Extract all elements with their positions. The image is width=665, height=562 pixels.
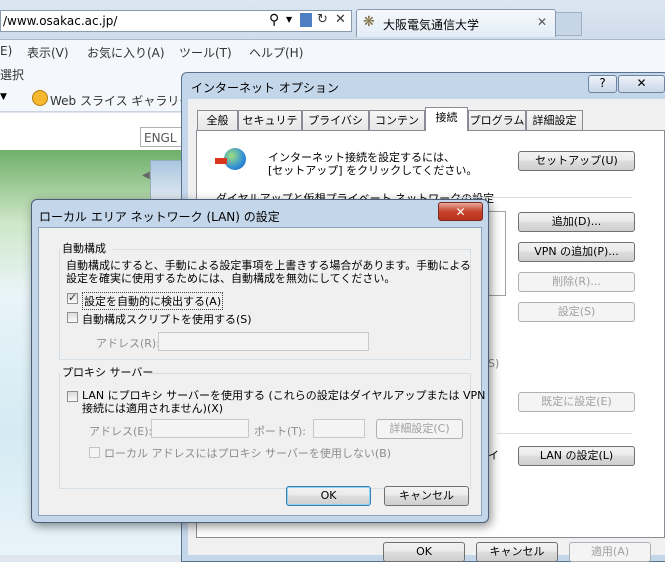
menu-item-edit[interactable]: E): [0, 44, 12, 58]
lan-ok-button[interactable]: OK: [286, 486, 371, 506]
tab-content[interactable]: コンテンツ: [369, 110, 425, 146]
use-proxy-checkbox[interactable]: [67, 391, 78, 402]
banner-prev-icon[interactable]: ◀: [142, 170, 150, 181]
add-button[interactable]: 追加(D)...: [518, 212, 635, 232]
menu-bar: E) 表示(V) お気に入り(A) ツール(T) ヘルプ(H): [0, 40, 665, 62]
search-icon[interactable]: ⚲: [269, 12, 279, 28]
bypass-local-label[interactable]: ローカル アドレスにはプロキシ サーバーを使用しない(B): [104, 445, 391, 461]
lan-close-button[interactable]: ✕: [438, 202, 483, 221]
globe-icon: [224, 148, 246, 170]
tab-advanced[interactable]: 詳細設定: [526, 110, 583, 130]
options-cancel-button[interactable]: キャンセル: [476, 542, 558, 562]
add-vpn-button[interactable]: VPN の追加(P)...: [518, 242, 635, 262]
auto-script-label[interactable]: 自動構成スクリプトを使用する(S): [82, 311, 252, 327]
web-slice-icon: [32, 90, 48, 106]
favicon-icon: ❋: [363, 14, 375, 30]
auto-config-group-top: [113, 249, 471, 250]
menu-item-tools[interactable]: ツール(T): [179, 44, 232, 61]
dialup-separator: [457, 197, 632, 198]
menu-item-favorites[interactable]: お気に入り(A): [87, 44, 165, 61]
set-default-button[interactable]: 既定に設定(E): [518, 392, 635, 412]
lan-settings-button[interactable]: LAN の設定(L): [518, 446, 635, 466]
proxy-group-top: [149, 373, 471, 374]
port-input[interactable]: [313, 419, 365, 438]
setup-button[interactable]: セットアップ(U): [518, 151, 635, 171]
tab-programs[interactable]: プログラム: [468, 110, 526, 130]
proxy-address-label: アドレス(E):: [89, 425, 153, 438]
arrow-icon: [215, 158, 227, 164]
close-icon: ✕: [455, 205, 466, 219]
tab-privacy[interactable]: プライバシー: [302, 110, 369, 146]
menu-item-view[interactable]: 表示(V): [27, 44, 69, 61]
auto-config-desc-line2: 設定を確実に使用するためには、自動構成を無効にしてください。: [66, 272, 396, 285]
options-apply-button[interactable]: 適用(A): [569, 542, 651, 562]
banner-photo: [150, 160, 182, 200]
dropdown-arrow-icon[interactable]: ▼: [286, 15, 292, 24]
tab-connections[interactable]: 接続: [425, 107, 468, 131]
lan-settings-dialog: ローカル エリア ネットワーク (LAN) の設定 ✕ 自動構成 自動構成にする…: [31, 199, 489, 523]
lan-cancel-button[interactable]: キャンセル: [384, 486, 469, 506]
setup-text-line2: [セットアップ] をクリックしてください。: [268, 164, 478, 177]
tab-security[interactable]: セキュリティ: [238, 110, 302, 146]
auto-script-checkbox[interactable]: [67, 312, 78, 323]
lan-client-area: 自動構成 自動構成にすると、手動による設定事項を上書きする場合があります。手動に…: [38, 227, 485, 516]
use-proxy-line2[interactable]: 接続には適用されません)(X): [82, 400, 223, 416]
help-button[interactable]: ?: [588, 75, 617, 93]
new-tab-button[interactable]: [556, 12, 582, 36]
remove-button[interactable]: 削除(R)...: [518, 272, 635, 292]
tab-general[interactable]: 全般: [197, 110, 238, 130]
port-label: ポート(T):: [254, 425, 307, 438]
lan-separator: [497, 433, 632, 434]
tab-title: 大阪電気通信大学: [383, 18, 480, 32]
menu-item-help[interactable]: ヘルプ(H): [249, 44, 303, 61]
browser-tab[interactable]: ❋ 大阪電気通信大学 ✕: [356, 9, 556, 37]
auto-detect-label[interactable]: 設定を自動的に検出する(A): [82, 292, 224, 310]
script-address-input[interactable]: [158, 332, 369, 351]
address-url: /www.osakac.ac.jp/: [3, 14, 118, 28]
proxy-address-input[interactable]: [151, 419, 249, 438]
options-dialog-title: インターネット オプション: [191, 81, 339, 95]
help-icon: ?: [599, 76, 606, 90]
stop-icon[interactable]: ✕: [335, 12, 346, 27]
auto-detect-checkbox[interactable]: ✓: [67, 291, 78, 304]
partial-i-label: イ: [488, 449, 499, 462]
bypass-local-checkbox[interactable]: [89, 447, 100, 458]
address-bar[interactable]: /www.osakac.ac.jp/ ⚲ ▼ ↻ ✕: [0, 10, 352, 32]
compat-view-icon[interactable]: [300, 13, 312, 27]
settings-button[interactable]: 設定(S): [518, 302, 635, 322]
script-address-label: アドレス(R):: [96, 337, 160, 350]
web-slice-gallery-link[interactable]: Web スライス ギャラリー: [50, 92, 191, 109]
lan-dialog-title: ローカル エリア ネットワーク (LAN) の設定: [39, 210, 280, 224]
close-icon: ✕: [636, 76, 647, 90]
chevron-down-icon[interactable]: ▼: [0, 92, 7, 102]
proxy-advanced-button[interactable]: 詳細設定(C): [376, 419, 463, 439]
partial-s-label: S): [488, 357, 500, 370]
selection-text: 選択: [0, 68, 25, 82]
checkmark-icon: ✓: [68, 291, 78, 304]
refresh-icon[interactable]: ↻: [317, 12, 328, 27]
tab-close-icon[interactable]: ✕: [537, 15, 547, 29]
options-close-button[interactable]: ✕: [618, 75, 665, 93]
options-ok-button[interactable]: OK: [383, 542, 465, 562]
